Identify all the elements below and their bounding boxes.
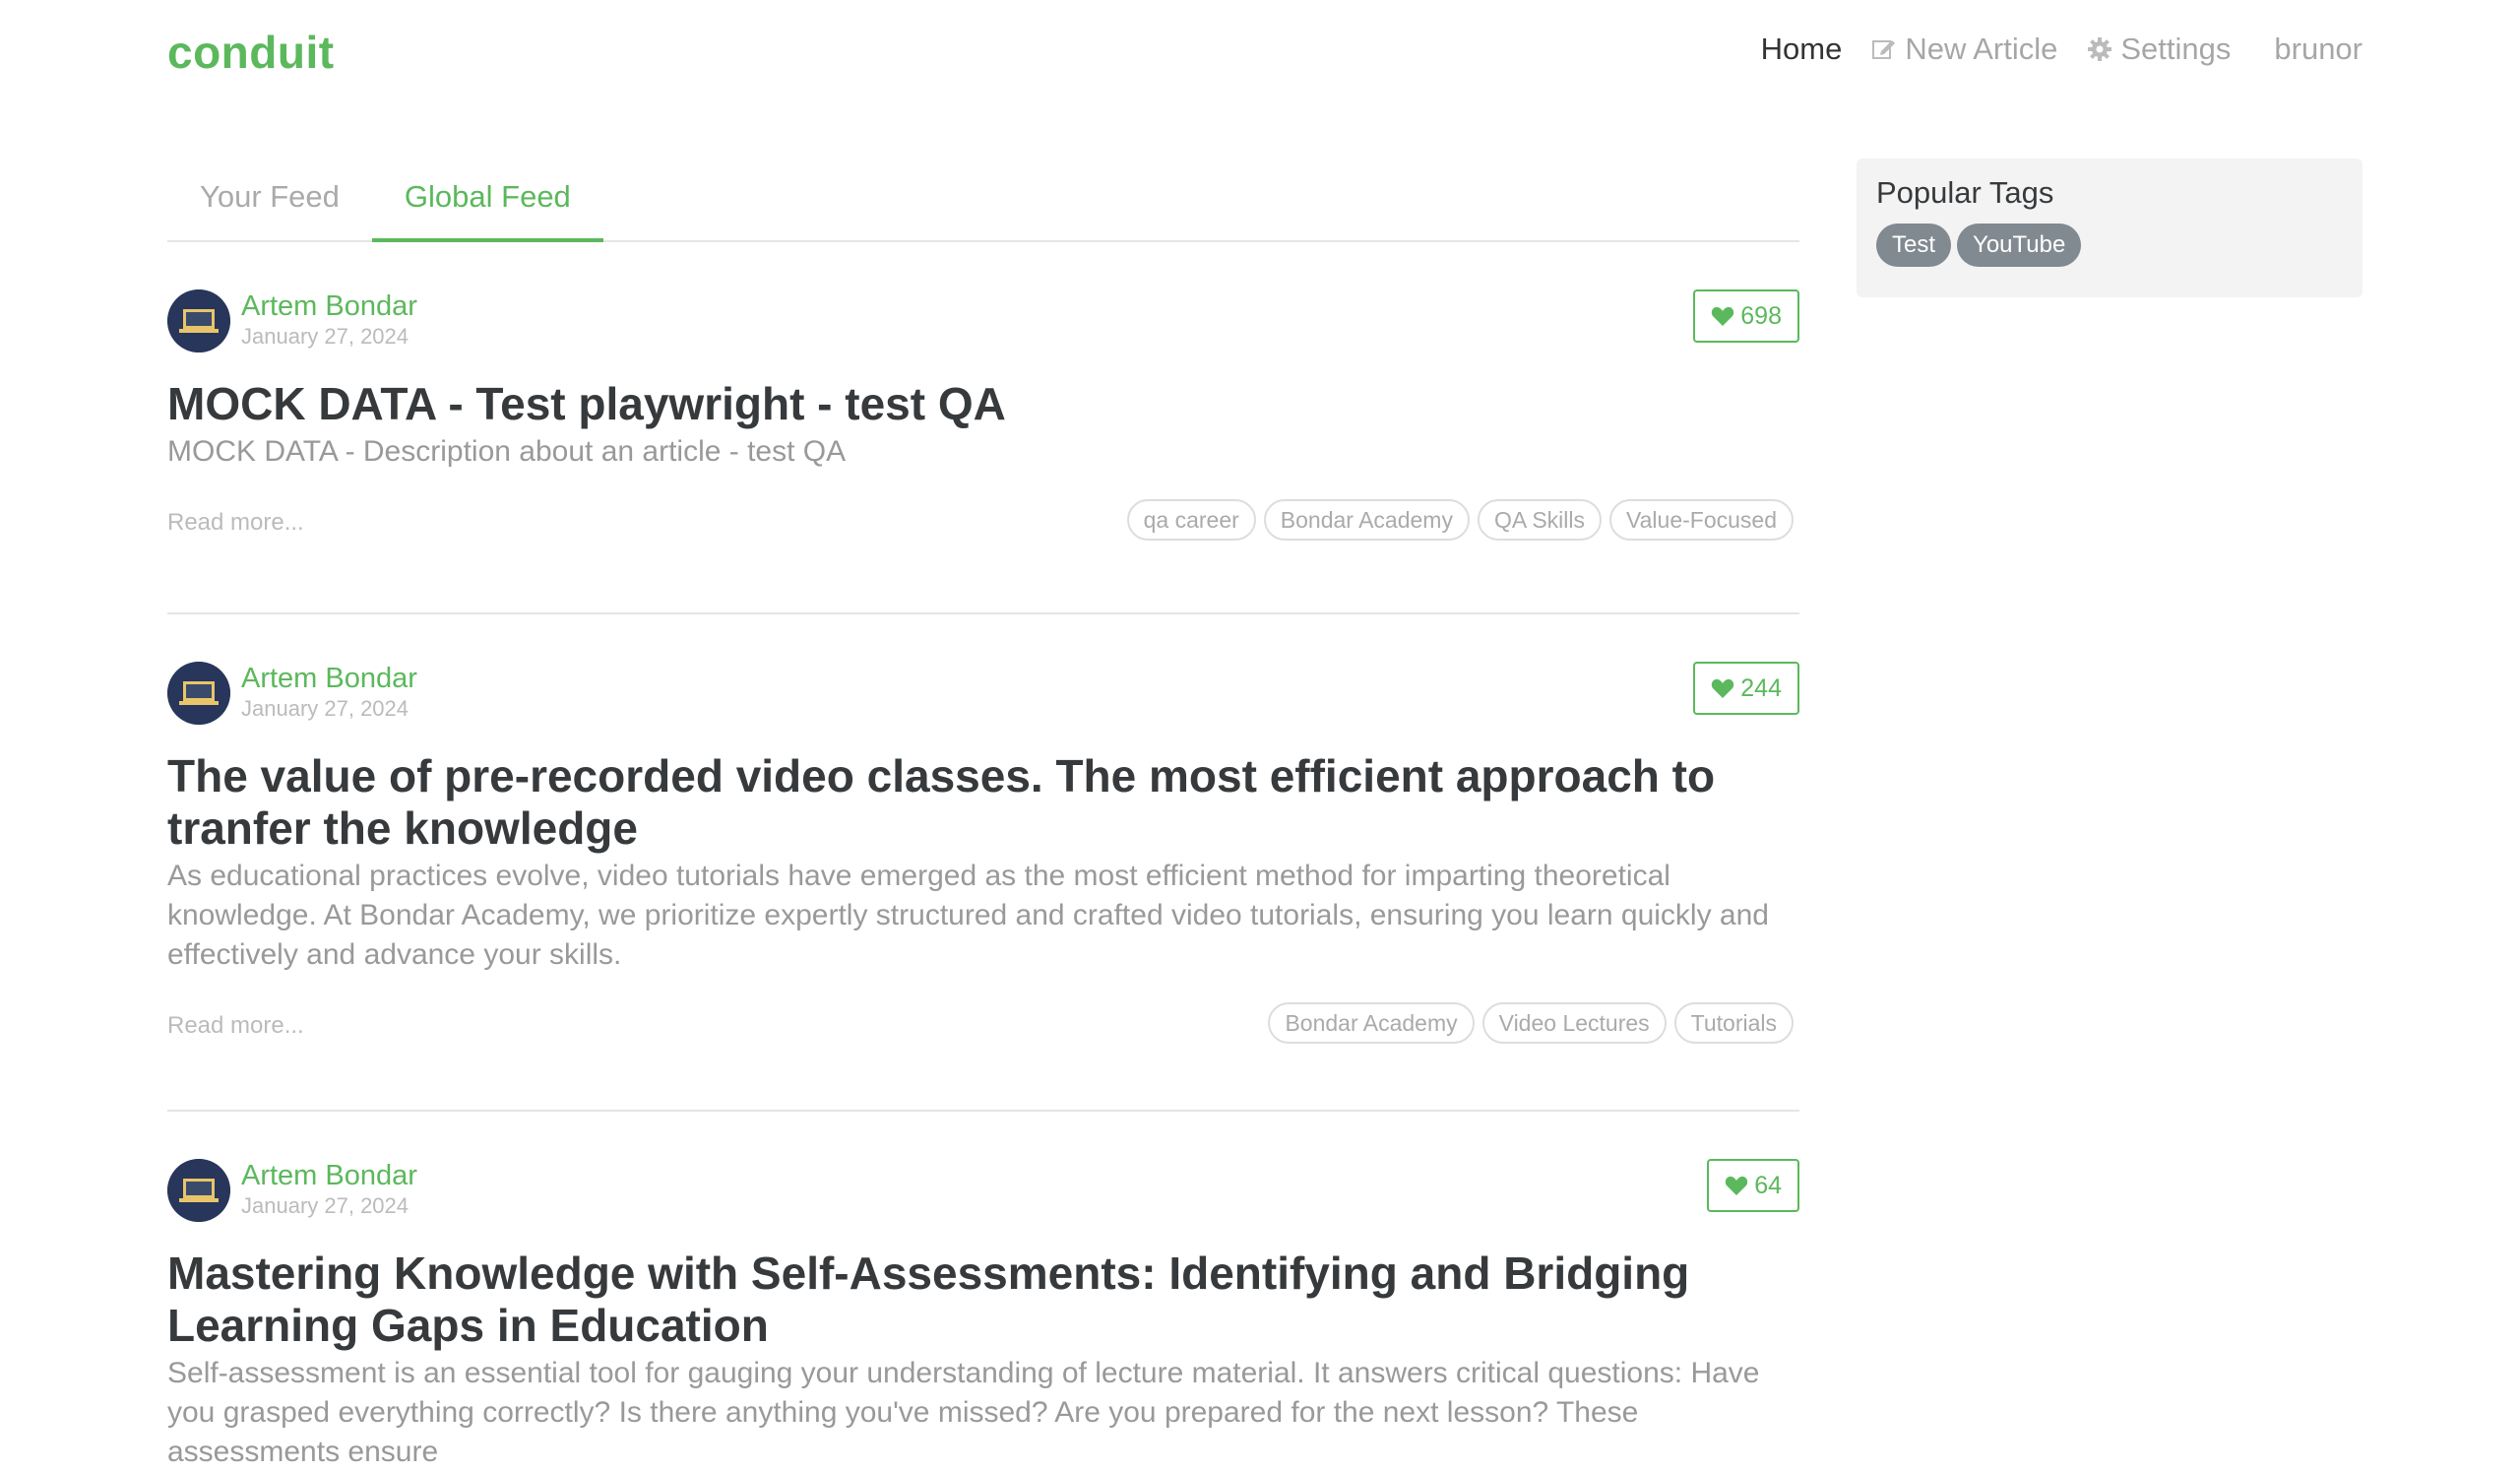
tag-pill[interactable]: Bondar Academy	[1263, 499, 1470, 541]
feed-column: Your Feed Global Feed Artem Bondar Janua…	[167, 158, 1799, 1472]
favorite-button[interactable]: 64	[1707, 1159, 1799, 1212]
author-name[interactable]: Artem Bondar	[241, 289, 417, 323]
nav-settings-label: Settings	[2120, 32, 2232, 66]
avatar[interactable]	[167, 662, 230, 725]
article-meta: Artem Bondar January 27, 2024 64	[167, 1159, 1799, 1238]
article-meta: Artem Bondar January 27, 2024 698	[167, 289, 1799, 368]
tab-your-feed[interactable]: Your Feed	[167, 158, 372, 242]
tag-pill[interactable]: qa career	[1126, 499, 1256, 541]
article-title: MOCK DATA - Test playwright - test QA	[167, 378, 1006, 429]
nav-home[interactable]: Home	[1761, 32, 1843, 67]
popular-tag[interactable]: YouTube	[1957, 224, 2082, 267]
article-link[interactable]: MOCK DATA - Test playwright - test QA MO…	[167, 378, 1799, 548]
popular-tag[interactable]: Test	[1876, 224, 1952, 267]
feed-toggle: Your Feed Global Feed	[167, 158, 1799, 242]
author-name[interactable]: Artem Bondar	[241, 1159, 417, 1192]
navbar: conduit Home New Article Settings brunor	[0, 0, 2520, 108]
favorite-count: 698	[1740, 301, 1782, 330]
nav-new-article-label: New Article	[1905, 32, 2058, 66]
nav-links: Home New Article Settings brunor	[1761, 32, 2362, 67]
article-title: Mastering Knowledge with Self-Assessment…	[167, 1248, 1690, 1351]
tag-pill[interactable]: Bondar Academy	[1268, 1002, 1475, 1044]
heart-icon	[1711, 677, 1734, 699]
preview-footer: Read more... Bondar Academy Video Lectur…	[167, 1002, 1799, 1052]
article-date: January 27, 2024	[241, 324, 410, 349]
article-date: January 27, 2024	[241, 696, 410, 721]
favorite-button[interactable]: 244	[1693, 662, 1799, 715]
article-description: MOCK DATA - Description about an article…	[167, 435, 847, 468]
read-more-link[interactable]: Read more...	[167, 509, 304, 537]
avatar[interactable]	[167, 1159, 230, 1222]
preview-footer: Read more... qa career Bondar Academy QA…	[167, 499, 1799, 548]
favorite-count: 64	[1754, 1171, 1782, 1199]
tag-pill[interactable]: Video Lectures	[1481, 1002, 1667, 1044]
author-name[interactable]: Artem Bondar	[241, 662, 417, 695]
tag-pill[interactable]: Value-Focused	[1609, 499, 1794, 541]
nav-user-profile[interactable]: brunor	[2274, 32, 2362, 67]
article-preview: Artem Bondar January 27, 2024 64 Masteri…	[167, 1112, 1799, 1472]
read-more-link[interactable]: Read more...	[167, 1012, 304, 1040]
tag-pill[interactable]: Tutorials	[1673, 1002, 1794, 1044]
article-preview: Artem Bondar January 27, 2024 244 The va…	[167, 614, 1799, 1112]
heart-icon	[1711, 305, 1734, 327]
favorite-button[interactable]: 698	[1693, 289, 1799, 343]
tag-list: qa career Bondar Academy QA Skills Value…	[1126, 499, 1794, 541]
tab-global-feed[interactable]: Global Feed	[371, 158, 603, 242]
favorite-count: 244	[1740, 673, 1782, 702]
article-link[interactable]: Mastering Knowledge with Self-Assessment…	[167, 1248, 1799, 1472]
edit-icon	[1871, 36, 1897, 62]
popular-tag-list: Test YouTube	[1876, 224, 2343, 267]
sidebar-title: Popular Tags	[1876, 175, 2054, 210]
article-description: Self-assessment is an essential tool for…	[167, 1357, 1760, 1468]
avatar[interactable]	[167, 289, 230, 352]
brand-logo[interactable]: conduit	[167, 26, 335, 79]
article-description: As educational practices evolve, video t…	[167, 860, 1769, 971]
nav-settings[interactable]: Settings	[2087, 32, 2231, 67]
popular-tags-sidebar: Popular Tags Test YouTube	[1857, 159, 2362, 297]
gear-icon	[2087, 36, 2112, 62]
article-link[interactable]: The value of pre-recorded video classes.…	[167, 750, 1799, 1052]
article-date: January 27, 2024	[241, 1193, 410, 1218]
article-title: The value of pre-recorded video classes.…	[167, 750, 1716, 854]
article-preview: Artem Bondar January 27, 2024 698 MOCK D…	[167, 242, 1799, 614]
tag-pill[interactable]: QA Skills	[1477, 499, 1602, 541]
nav-new-article[interactable]: New Article	[1871, 32, 2057, 67]
heart-icon	[1725, 1175, 1748, 1196]
tag-list: Bondar Academy Video Lectures Tutorials	[1268, 1002, 1794, 1044]
article-meta: Artem Bondar January 27, 2024 244	[167, 662, 1799, 740]
